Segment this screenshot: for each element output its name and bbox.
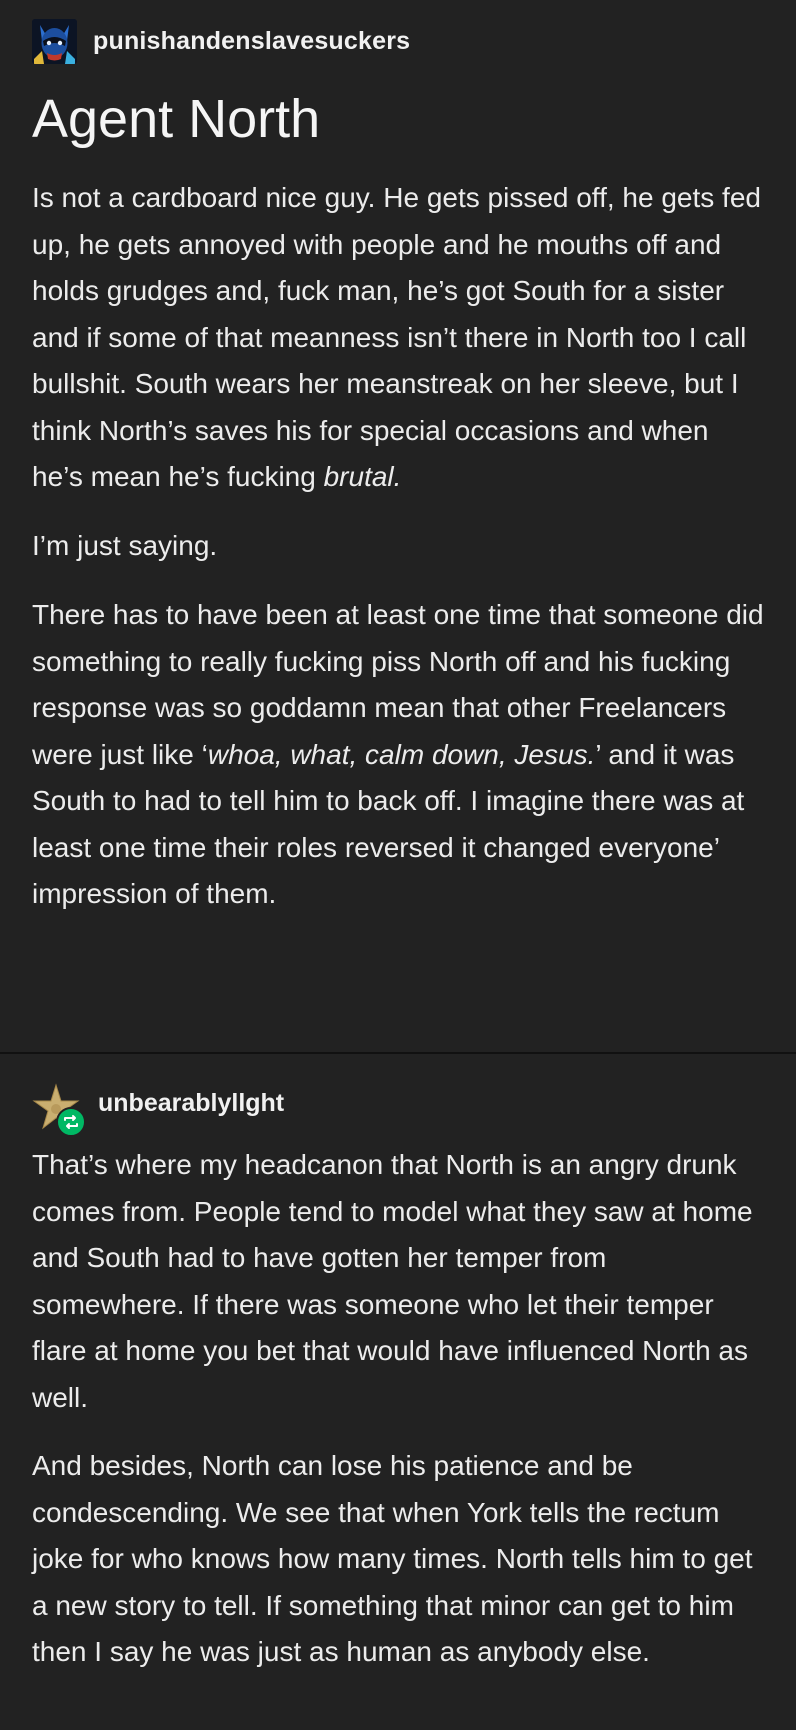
reblog-section: unbearablyllght That’s where my headcano… [0,1083,796,1676]
reblog-icon [56,1107,86,1137]
user-avatar[interactable] [32,18,77,64]
paragraph-italic: whoa, what, calm down, Jesus. [207,738,596,770]
reblog-avatar[interactable] [32,1083,86,1137]
masked-character-icon [32,18,77,64]
reblog-divider [0,1052,796,1054]
reblog-paragraph: That’s where my headcanon that North is … [32,1149,753,1413]
paragraph-text: Is not a cardboard nice guy. He gets pis… [32,182,761,493]
tumblr-post: punishandenslavesuckers Agent North Is n… [0,0,796,1730]
reblog-header: unbearablyllght [0,1083,796,1137]
post-header: punishandenslavesuckers [0,0,796,64]
paragraph-italic: brutal. [323,461,402,493]
reblog-arrows-icon [64,1115,78,1129]
post-username[interactable]: punishandenslavesuckers [93,27,410,56]
paragraph-text: I’m just saying. [32,529,218,561]
post-paragraph: There has to have been at least one time… [32,592,764,918]
post-body: Is not a cardboard nice guy. He gets pis… [0,175,796,918]
reblog-paragraph: And besides, North can lose his patience… [32,1450,753,1667]
post-paragraph: Is not a cardboard nice guy. He gets pis… [32,175,764,501]
post-paragraph: I’m just saying. [32,523,764,570]
post-title: Agent North [32,89,321,149]
reblog-body: That’s where my headcanon that North is … [0,1142,796,1676]
reblog-username[interactable]: unbearablyllght [98,1089,284,1118]
